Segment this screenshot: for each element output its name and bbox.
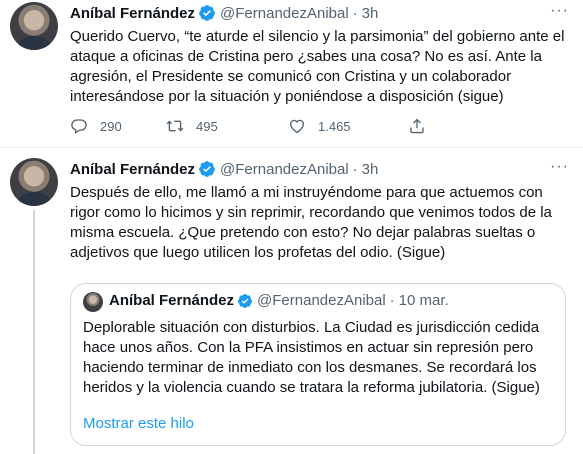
reply-count: 290 — [100, 118, 122, 134]
quoted-tweet[interactable]: Aníbal Fernández @FernandezAnibal · 10 m… — [70, 283, 566, 446]
heart-icon — [289, 119, 305, 134]
separator-dot: · — [389, 292, 395, 309]
share-button[interactable] — [408, 117, 438, 135]
retweet-button[interactable]: 495 — [166, 117, 288, 135]
quoted-timestamp: 10 mar. — [398, 292, 449, 309]
quoted-author-avatar — [83, 292, 103, 312]
separator-dot: · — [352, 160, 358, 178]
verified-badge-icon — [238, 293, 253, 308]
author-name[interactable]: Aníbal Fernández — [70, 5, 195, 22]
author-avatar[interactable] — [10, 158, 58, 206]
retweet-count: 495 — [196, 118, 218, 134]
retweet-icon — [166, 120, 184, 132]
reply-button[interactable]: 290 — [70, 117, 166, 135]
verified-badge-icon — [199, 5, 215, 21]
tweet-timestamp[interactable]: 3h — [362, 5, 379, 22]
quoted-tweet-text: Deplorable situación con disturbios. La … — [83, 319, 540, 396]
tweet-1[interactable]: Aníbal Fernández @FernandezAnibal · 3h ·… — [0, 0, 583, 147]
like-button[interactable]: 1.465 — [288, 117, 408, 135]
reply-icon — [71, 119, 87, 134]
tweet-timestamp[interactable]: 3h — [362, 161, 379, 178]
author-name[interactable]: Aníbal Fernández — [70, 161, 195, 178]
share-icon — [410, 118, 424, 134]
like-count: 1.465 — [318, 118, 351, 134]
more-dots-icon[interactable]: ··· — [550, 158, 569, 176]
show-thread-link[interactable]: Mostrar este hilo — [83, 415, 194, 432]
thread-connector-line — [33, 210, 35, 454]
verified-badge-icon — [199, 161, 215, 177]
separator-dot: · — [352, 4, 358, 22]
quoted-author-name: Aníbal Fernández — [109, 292, 235, 309]
quoted-author-handle: @FernandezAnibal — [257, 292, 386, 309]
more-dots-icon[interactable]: ··· — [550, 2, 569, 20]
tweet-text: Después de ello, me llamó a mi instruyén… — [70, 184, 552, 261]
author-handle[interactable]: @FernandezAnibal — [220, 5, 349, 22]
author-handle[interactable]: @FernandezAnibal — [220, 161, 349, 178]
author-avatar[interactable] — [10, 2, 58, 50]
tweet-text: Querido Cuervo, “te aturde el silencio y… — [70, 28, 565, 105]
